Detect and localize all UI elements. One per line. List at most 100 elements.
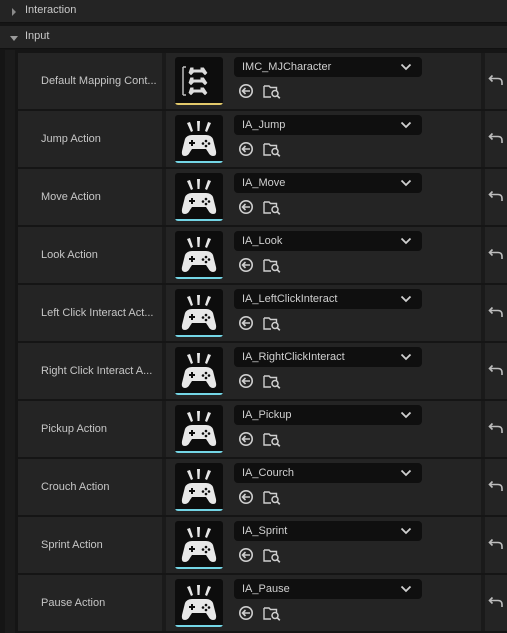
column-splitter[interactable] bbox=[162, 575, 166, 631]
reset-to-default-icon[interactable] bbox=[488, 131, 504, 145]
asset-combo-box[interactable]: IA_LeftClickInteract bbox=[234, 289, 422, 309]
input-action-icon bbox=[181, 585, 217, 620]
property-row: Look Action IA_Look bbox=[18, 227, 507, 283]
property-row: Default Mapping Cont... IMC_MJCharacter bbox=[18, 53, 507, 109]
use-selected-asset-icon[interactable] bbox=[238, 605, 254, 621]
reset-to-default-icon[interactable] bbox=[488, 595, 504, 609]
asset-value: IA_Sprint bbox=[242, 525, 288, 537]
asset-thumbnail[interactable] bbox=[175, 57, 223, 105]
property-label: Sprint Action bbox=[41, 539, 103, 551]
chevron-down-icon bbox=[400, 469, 412, 477]
browse-to-asset-icon[interactable] bbox=[263, 257, 281, 273]
browse-to-asset-icon[interactable] bbox=[263, 431, 281, 447]
reset-to-default-icon[interactable] bbox=[488, 479, 504, 493]
browse-to-asset-icon[interactable] bbox=[263, 141, 281, 157]
reset-to-default-icon[interactable] bbox=[488, 305, 504, 319]
reset-to-default-icon[interactable] bbox=[488, 537, 504, 551]
reset-to-default-icon[interactable] bbox=[488, 73, 504, 87]
browse-to-asset-icon[interactable] bbox=[263, 83, 281, 99]
chevron-down-icon bbox=[400, 237, 412, 245]
reset-to-default-icon[interactable] bbox=[488, 363, 504, 377]
use-selected-asset-icon[interactable] bbox=[238, 257, 254, 273]
column-splitter bbox=[481, 401, 485, 457]
browse-to-asset-icon[interactable] bbox=[263, 547, 281, 563]
column-splitter[interactable] bbox=[162, 517, 166, 573]
asset-value: IA_Pickup bbox=[242, 409, 292, 421]
property-label: Move Action bbox=[41, 191, 101, 203]
property-row: Right Click Interact A... IA_RightClickI… bbox=[18, 343, 507, 399]
property-label: Default Mapping Cont... bbox=[41, 75, 157, 87]
column-splitter[interactable] bbox=[162, 111, 166, 167]
asset-combo-box[interactable]: IA_RightClickInteract bbox=[234, 347, 422, 367]
chevron-down-icon bbox=[400, 527, 412, 535]
chevron-down-icon bbox=[400, 585, 412, 593]
column-splitter[interactable] bbox=[162, 343, 166, 399]
asset-thumbnail[interactable] bbox=[175, 173, 223, 221]
use-selected-asset-icon[interactable] bbox=[238, 547, 254, 563]
input-action-icon bbox=[181, 469, 217, 504]
asset-thumbnail[interactable] bbox=[175, 347, 223, 395]
use-selected-asset-icon[interactable] bbox=[238, 315, 254, 331]
use-selected-asset-icon[interactable] bbox=[238, 83, 254, 99]
browse-to-asset-icon[interactable] bbox=[263, 489, 281, 505]
asset-thumbnail[interactable] bbox=[175, 463, 223, 511]
asset-type-strip bbox=[175, 509, 223, 511]
asset-type-strip bbox=[175, 451, 223, 453]
browse-to-asset-icon[interactable] bbox=[263, 373, 281, 389]
reset-to-default-icon[interactable] bbox=[488, 247, 504, 261]
asset-combo-box[interactable]: IA_Pause bbox=[234, 579, 422, 599]
asset-value: IA_Pause bbox=[242, 583, 290, 595]
category-input[interactable]: Input bbox=[0, 26, 507, 49]
column-splitter[interactable] bbox=[162, 169, 166, 225]
browse-to-asset-icon[interactable] bbox=[263, 315, 281, 331]
column-splitter[interactable] bbox=[162, 401, 166, 457]
column-splitter[interactable] bbox=[162, 285, 166, 341]
column-splitter[interactable] bbox=[162, 53, 166, 109]
asset-thumbnail[interactable] bbox=[175, 289, 223, 337]
input-action-icon bbox=[181, 295, 217, 330]
column-splitter[interactable] bbox=[162, 459, 166, 515]
asset-combo-box[interactable]: IA_Look bbox=[234, 231, 422, 251]
chevron-right-icon bbox=[12, 8, 16, 16]
asset-thumbnail[interactable] bbox=[175, 405, 223, 453]
chevron-down-icon bbox=[400, 179, 412, 187]
asset-thumbnail[interactable] bbox=[175, 231, 223, 279]
property-row: Crouch Action IA_Courch bbox=[18, 459, 507, 515]
property-label: Pickup Action bbox=[41, 423, 108, 435]
asset-combo-box[interactable]: IMC_MJCharacter bbox=[234, 57, 422, 77]
asset-thumbnail[interactable] bbox=[175, 521, 223, 569]
use-selected-asset-icon[interactable] bbox=[238, 489, 254, 505]
reset-to-default-icon[interactable] bbox=[488, 189, 504, 203]
asset-combo-box[interactable]: IA_Sprint bbox=[234, 521, 422, 541]
reset-to-default-icon[interactable] bbox=[488, 421, 504, 435]
asset-combo-box[interactable]: IA_Move bbox=[234, 173, 422, 193]
property-row: Left Click Interact Act... IA_LeftClickI… bbox=[18, 285, 507, 341]
asset-thumbnail[interactable] bbox=[175, 115, 223, 163]
asset-combo-box[interactable]: IA_Jump bbox=[234, 115, 422, 135]
category-label: Input bbox=[25, 30, 50, 42]
asset-combo-box[interactable]: IA_Courch bbox=[234, 463, 422, 483]
chevron-down-icon bbox=[400, 295, 412, 303]
chevron-down-icon bbox=[400, 411, 412, 419]
asset-type-strip bbox=[175, 161, 223, 163]
use-selected-asset-icon[interactable] bbox=[238, 431, 254, 447]
asset-value: IMC_MJCharacter bbox=[242, 61, 332, 73]
mapping-context-icon bbox=[182, 66, 209, 97]
asset-type-strip bbox=[175, 335, 223, 337]
use-selected-asset-icon[interactable] bbox=[238, 199, 254, 215]
column-splitter bbox=[481, 169, 485, 225]
browse-to-asset-icon[interactable] bbox=[263, 199, 281, 215]
column-splitter bbox=[481, 459, 485, 515]
use-selected-asset-icon[interactable] bbox=[238, 141, 254, 157]
asset-combo-box[interactable]: IA_Pickup bbox=[234, 405, 422, 425]
asset-value: IA_RightClickInteract bbox=[242, 351, 345, 363]
property-label: Crouch Action bbox=[41, 481, 110, 493]
input-action-icon bbox=[181, 121, 217, 156]
property-row: Pause Action IA_Pause bbox=[18, 575, 507, 631]
asset-thumbnail[interactable] bbox=[175, 579, 223, 627]
category-interaction[interactable]: Interaction bbox=[0, 0, 507, 23]
use-selected-asset-icon[interactable] bbox=[238, 373, 254, 389]
column-splitter[interactable] bbox=[162, 227, 166, 283]
asset-value: IA_Jump bbox=[242, 119, 286, 131]
browse-to-asset-icon[interactable] bbox=[263, 605, 281, 621]
